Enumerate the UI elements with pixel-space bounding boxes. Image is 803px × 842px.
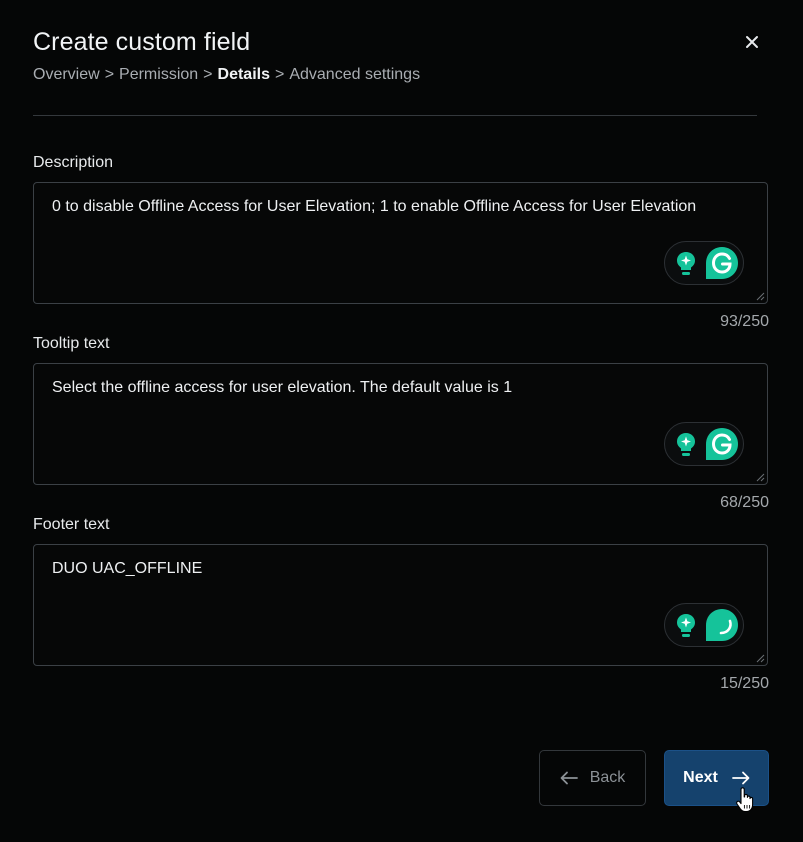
grammarly-loading-icon[interactable] xyxy=(705,608,739,642)
footer-text-value: DUO UAC_OFFLINE xyxy=(52,560,203,577)
back-button-label: Back xyxy=(589,769,626,786)
next-button-label: Next xyxy=(683,769,718,786)
footer-text-char-counter: 15/250 xyxy=(720,675,769,692)
lightbulb-sparkle-icon[interactable] xyxy=(674,250,698,278)
breadcrumb-separator: > xyxy=(203,66,213,83)
breadcrumb-item-details: Details xyxy=(217,66,270,83)
resize-handle-icon[interactable] xyxy=(756,473,765,482)
arrow-right-icon xyxy=(731,771,750,785)
breadcrumb: Overview > Permission > Details > Advanc… xyxy=(33,66,420,84)
grammarly-widget[interactable] xyxy=(664,422,744,466)
tooltip-text-label: Tooltip text xyxy=(33,335,110,352)
lightbulb-sparkle-icon[interactable] xyxy=(674,431,698,459)
breadcrumb-item-permission[interactable]: Permission xyxy=(119,66,198,84)
close-icon[interactable] xyxy=(741,31,763,53)
close-button[interactable] xyxy=(741,31,763,53)
grammarly-g-icon[interactable] xyxy=(705,427,739,461)
resize-handle-icon[interactable] xyxy=(756,654,765,663)
dialog-title: Create custom field xyxy=(33,28,251,56)
description-textarea[interactable]: 0 to disable Offline Access for User Ele… xyxy=(33,182,768,304)
breadcrumb-separator: > xyxy=(274,66,285,83)
tooltip-text-textarea[interactable]: Select the offline access for user eleva… xyxy=(33,363,768,485)
breadcrumb-item-advanced-settings[interactable]: Advanced settings xyxy=(289,66,420,84)
grammarly-g-icon[interactable] xyxy=(705,246,739,280)
description-value: 0 to disable Offline Access for User Ele… xyxy=(52,198,697,215)
tooltip-text-char-counter: 68/250 xyxy=(720,494,769,511)
breadcrumb-item-overview[interactable]: Overview xyxy=(33,66,100,84)
grammarly-widget[interactable] xyxy=(664,241,744,285)
lightbulb-sparkle-icon[interactable] xyxy=(674,612,698,640)
header-divider xyxy=(33,115,757,116)
breadcrumb-separator: > xyxy=(104,66,115,83)
description-char-counter: 93/250 xyxy=(720,313,769,330)
next-button[interactable]: Next xyxy=(664,750,769,806)
footer-text-textarea[interactable]: DUO UAC_OFFLINE xyxy=(33,544,768,666)
grammarly-widget[interactable] xyxy=(664,603,744,647)
back-button[interactable]: Back xyxy=(539,750,646,806)
description-label: Description xyxy=(33,154,114,171)
footer-text-label: Footer text xyxy=(33,516,110,533)
arrow-left-icon xyxy=(560,771,578,785)
resize-handle-icon[interactable] xyxy=(756,292,765,301)
tooltip-text-value: Select the offline access for user eleva… xyxy=(52,379,513,396)
